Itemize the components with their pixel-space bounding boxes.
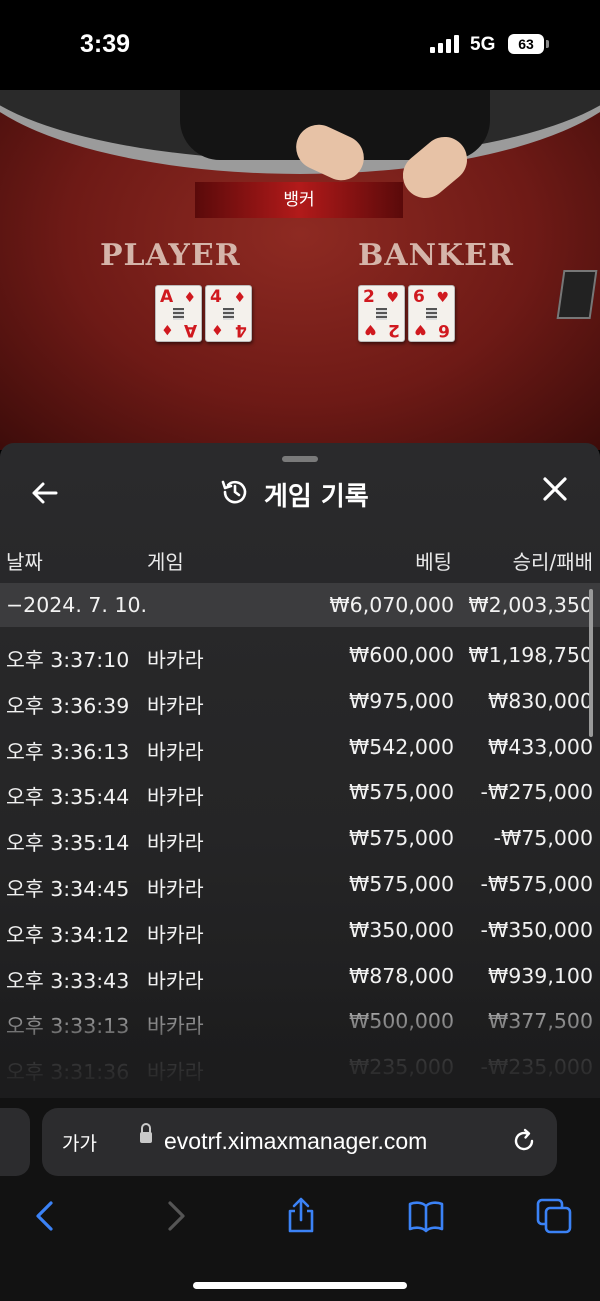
tabs-icon[interactable]: [534, 1196, 574, 1236]
row-time: 오후 3:35:44: [6, 785, 130, 810]
winner-banner: 뱅커: [195, 182, 403, 218]
row-bet: ₩542,000: [348, 734, 454, 759]
nav-back-icon[interactable]: [26, 1196, 66, 1236]
banker-card: 6 ♥ 6 ♥: [408, 285, 455, 342]
banker-label: BANKER: [358, 238, 514, 273]
column-header-date: 날짜: [6, 550, 43, 574]
history-icon: [220, 477, 250, 511]
history-row[interactable]: 오후 3:37:10 바카라 ₩600,000 ₩1,198,750: [0, 632, 600, 678]
column-header-bet: 베팅: [415, 550, 452, 574]
row-time: 오후 3:37:10: [6, 648, 130, 672]
banker-card: 2 ♥ 2 ♥: [358, 285, 405, 342]
row-time: 오후 3:36:39: [6, 693, 130, 718]
row-game: 바카라: [147, 648, 204, 672]
history-row[interactable]: 오후 3:34:12 바카라 ₩350,000 -₩350,000: [0, 907, 600, 953]
url-domain: evotrf.ximaxmanager.com: [164, 1128, 428, 1154]
card-shoe: [556, 270, 598, 319]
row-result: -₩575,000: [480, 872, 593, 896]
sheet-title: 게임 기록: [220, 476, 369, 512]
signal-icon: [430, 35, 462, 53]
share-icon[interactable]: [281, 1196, 321, 1236]
row-result: ₩1,198,750: [468, 643, 593, 667]
row-bet: ₩350,000: [348, 917, 454, 942]
status-bar: 3:39 5G 63: [0, 0, 600, 90]
game-history-sheet: 게임 기록 날짜 게임 베팅 승리/패배 −2024. 7. 10. ₩6,07…: [0, 443, 600, 1098]
row-result: ₩830,000: [487, 688, 593, 713]
history-row[interactable]: 오후 3:34:45 바카라 ₩575,000 -₩575,000: [0, 861, 600, 907]
reload-icon[interactable]: [510, 1127, 538, 1155]
status-time: 3:39: [80, 30, 131, 58]
list-fade: [0, 983, 600, 1098]
row-bet: ₩575,000: [348, 780, 454, 805]
row-time: 오후 3:34:12: [6, 922, 130, 947]
row-game: 바카라: [147, 739, 204, 764]
player-card: A ♦ A ♦: [155, 285, 202, 342]
scrollbar[interactable]: [589, 589, 593, 737]
row-result: -₩350,000: [480, 917, 593, 942]
row-game: 바카라: [147, 877, 204, 901]
row-time: 오후 3:34:45: [6, 877, 130, 901]
row-game: 바카라: [147, 922, 204, 947]
row-bet: ₩975,000: [348, 688, 454, 713]
nav-forward-icon[interactable]: [155, 1196, 195, 1236]
summary-bet: ₩6,070,000: [329, 593, 454, 617]
row-bet: ₩600,000: [348, 643, 454, 667]
row-result: ₩433,000: [487, 734, 593, 759]
row-game: 바카라: [147, 785, 204, 810]
network-type: 5G: [470, 34, 496, 55]
row-bet: ₩575,000: [348, 872, 454, 896]
row-time: 오후 3:36:13: [6, 739, 130, 764]
summary-result: ₩2,003,350: [468, 593, 593, 617]
row-time: 오후 3:35:14: [6, 831, 130, 856]
close-icon[interactable]: [538, 475, 572, 509]
summary-date: −2024. 7. 10.: [6, 593, 148, 617]
sheet-title-text: 게임 기록: [264, 481, 369, 512]
previous-tab-preview[interactable]: [0, 1108, 30, 1176]
history-row[interactable]: 오후 3:36:39 바카라 ₩975,000 ₩830,000: [0, 678, 600, 724]
history-row[interactable]: 오후 3:35:44 바카라 ₩575,000 -₩275,000: [0, 769, 600, 815]
player-label: PLAYER: [100, 238, 241, 273]
row-result: -₩75,000: [493, 826, 593, 851]
sheet-grabber[interactable]: [282, 456, 318, 462]
address-bar[interactable]: 가가 evotrf.ximaxmanager.com: [42, 1108, 557, 1176]
text-size-button[interactable]: 가가: [62, 1129, 97, 1156]
row-bet: ₩575,000: [348, 826, 454, 851]
date-summary-row[interactable]: −2024. 7. 10. ₩6,070,000 ₩2,003,350: [0, 583, 600, 627]
history-row[interactable]: 오후 3:35:14 바카라 ₩575,000 -₩75,000: [0, 815, 600, 861]
home-indicator: [193, 1282, 407, 1289]
history-row[interactable]: 오후 3:36:13 바카라 ₩542,000 ₩433,000: [0, 724, 600, 770]
row-game: 바카라: [147, 831, 204, 856]
back-arrow-icon[interactable]: [30, 479, 58, 513]
lock-icon: [140, 1123, 152, 1143]
bookmarks-icon[interactable]: [406, 1196, 446, 1236]
row-game: 바카라: [147, 693, 204, 718]
browser-toolbar: 가가 evotrf.ximaxmanager.com: [0, 1098, 600, 1301]
column-header-game: 게임: [147, 550, 184, 574]
row-result: -₩275,000: [480, 780, 593, 805]
live-game-view: 뱅커 PLAYER BANKER A ♦ A ♦ 4 ♦ 4 ♦ 2 ♥ 2 ♥ 6 ♥ 6 ♥: [0, 90, 600, 450]
battery-icon: 63: [508, 34, 549, 54]
player-card: 4 ♦ 4 ♦: [205, 285, 252, 342]
column-header-result: 승리/패배: [512, 550, 593, 574]
